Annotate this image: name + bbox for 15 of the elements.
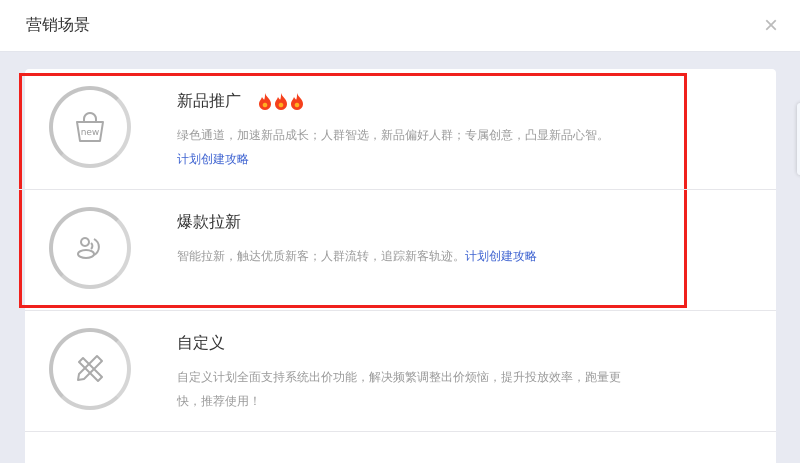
guide-link[interactable]: 计划创建攻略: [465, 249, 537, 263]
scene-title: 爆款拉新: [177, 212, 241, 232]
flame-icon: [273, 92, 289, 110]
dialog-title: 营销场景: [26, 15, 90, 36]
flame-icon: [257, 92, 273, 110]
scene-title: 自定义: [177, 332, 225, 354]
guide-link[interactable]: 计划创建攻略: [177, 152, 249, 166]
scene-description: 自定义计划全面支持系统出价功能，解决频繁调整出价烦恼，提升投放效率，跑量更快，推荐使用！: [177, 369, 622, 410]
flame-icon: [289, 92, 305, 110]
scene-title: 新品推广: [177, 90, 241, 112]
scene-option[interactable]: new 新品推广 绿色通道，加速新品成长；人群智选，新品偏好人群；专属创意，凸显新品心智。 计划创建攻略: [25, 69, 776, 190]
scene-description: 绿色通道，加速新品成长；人群智选，新品偏好人群；专属创意，凸显新品心智。 计划创建攻略: [177, 127, 610, 168]
scene-description: 智能拉新，触达优质新客；人群流转，追踪新客轨迹。计划创建攻略: [177, 248, 538, 265]
scene-option[interactable]: 爆款拉新 智能拉新，触达优质新客；人群流转，追踪新客轨迹。计划创建攻略: [25, 190, 776, 311]
scene-option[interactable]: 自定义 自定义计划全面支持系统出价功能，解决频繁调整出价烦恼，提升投放效率，跑量更快，推荐使用！: [25, 311, 776, 432]
